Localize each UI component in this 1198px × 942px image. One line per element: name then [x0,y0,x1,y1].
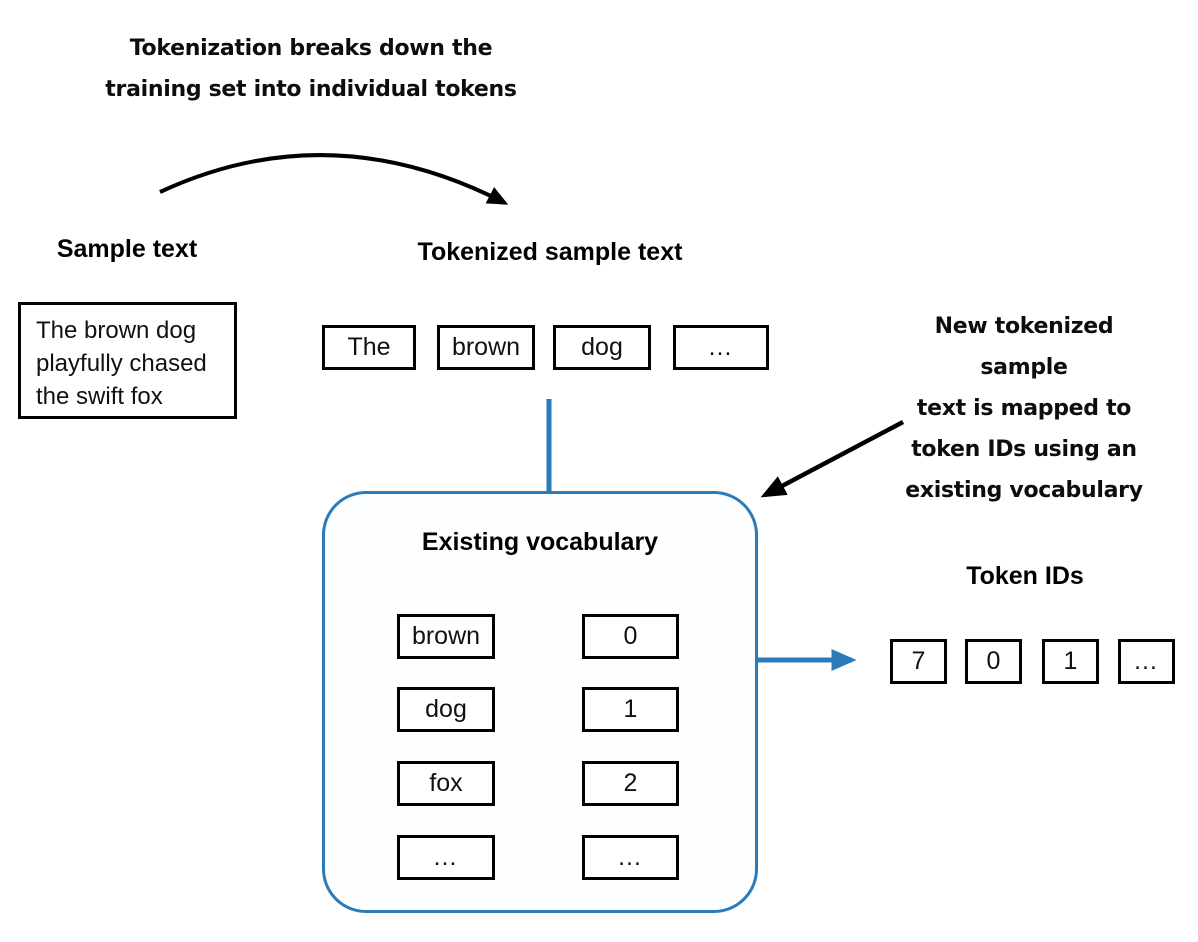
vocab-token-box: dog [397,687,495,732]
token-box: … [673,325,769,370]
token-box: The [322,325,416,370]
vocab-id-box: 0 [582,614,679,659]
token-box: brown [437,325,535,370]
vocab-token-box: brown [397,614,495,659]
existing-vocabulary-heading: Existing vocabulary [421,528,659,556]
token-id-box: 0 [965,639,1022,684]
vocab-token-box: … [397,835,495,880]
token-ids-heading: Token IDs [966,562,1084,590]
token-id-box: … [1118,639,1175,684]
vocab-token-box: fox [397,761,495,806]
sample-text-heading: Sample text [56,235,198,263]
mapping-note: New tokenized sample text is mapped to t… [905,314,1143,503]
diagram-canvas: Tokenization breaks down the training se… [0,0,1198,942]
tokenized-heading: Tokenized sample text [417,238,683,266]
token-id-box: 1 [1042,639,1099,684]
vocab-id-box: 2 [582,761,679,806]
vocab-id-box: 1 [582,687,679,732]
token-box: dog [553,325,651,370]
token-id-box: 7 [890,639,947,684]
diagonal-arrow-icon [760,420,905,498]
vocab-id-box: … [582,835,679,880]
sample-text-box: The brown dog playfully chased the swift… [18,302,237,419]
